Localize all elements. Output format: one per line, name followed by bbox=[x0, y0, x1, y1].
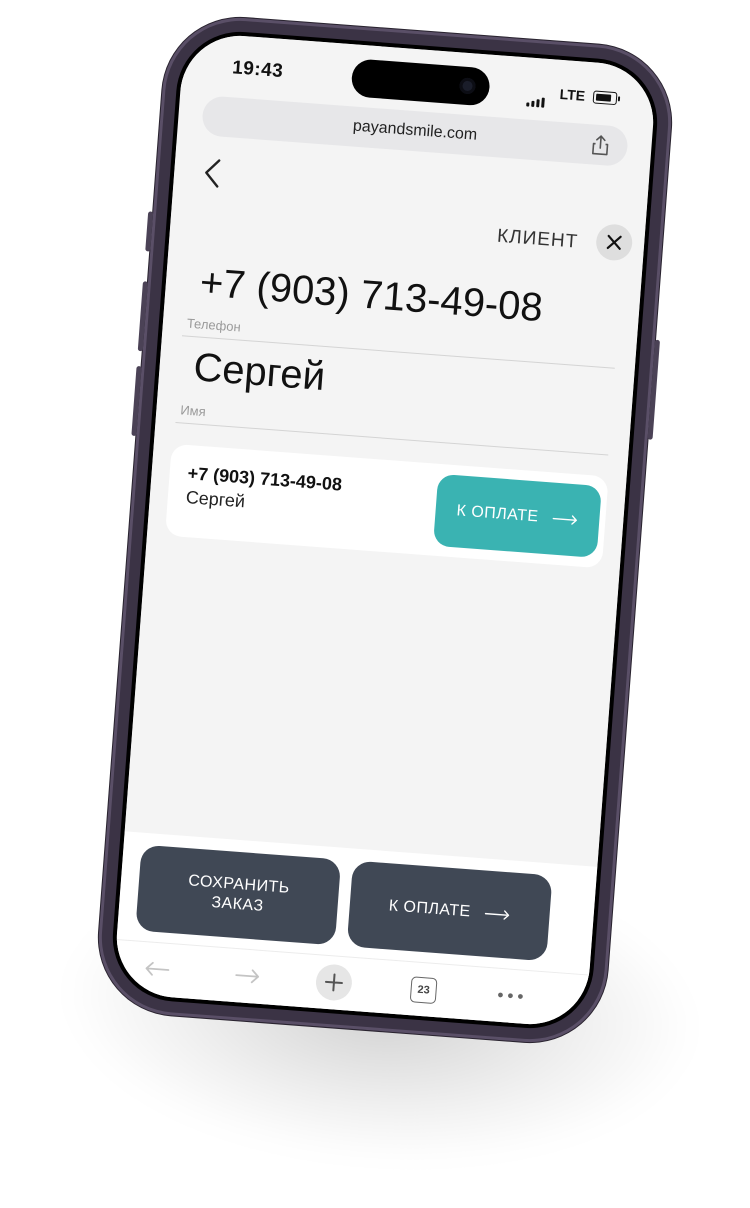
phone-input-value[interactable]: +7 (903) 713-49-08 bbox=[198, 260, 544, 331]
share-icon[interactable] bbox=[589, 133, 613, 157]
name-input-value[interactable]: Сергей bbox=[192, 345, 327, 400]
side-button-mute bbox=[145, 211, 154, 252]
tabs-button[interactable]: 23 bbox=[409, 976, 438, 1005]
browser-forward-button[interactable] bbox=[231, 963, 263, 989]
arrow-right-icon bbox=[235, 969, 260, 984]
phone-field-caption: Телефон bbox=[186, 315, 242, 335]
side-button-volume-down bbox=[131, 365, 142, 437]
save-order-button[interactable]: СОХРАНИТЬ ЗАКАЗ bbox=[135, 844, 342, 946]
page-title: КЛИЕНТ bbox=[496, 225, 579, 253]
pay-button[interactable]: К ОПЛАТЕ bbox=[346, 860, 553, 962]
client-card[interactable]: +7 (903) 713-49-08 Сергей К ОПЛАТЕ bbox=[164, 443, 609, 569]
display: 19:43 LTE payandsmile.com КЛИЕНТ +7 (903… bbox=[112, 31, 658, 1029]
close-button[interactable] bbox=[594, 223, 634, 262]
arrow-right-icon bbox=[484, 910, 510, 920]
more-dots-icon bbox=[498, 992, 523, 999]
card-pay-button[interactable]: К ОПЛАТЕ bbox=[432, 473, 602, 558]
name-field-caption: Имя bbox=[179, 402, 207, 420]
main-content: КЛИЕНТ +7 (903) 713-49-08 Телефон Сергей… bbox=[124, 143, 650, 867]
side-button-volume-up bbox=[137, 281, 148, 352]
side-button-power bbox=[647, 339, 661, 440]
plus-icon bbox=[324, 973, 343, 992]
browser-back-button[interactable] bbox=[142, 956, 174, 982]
dynamic-island bbox=[350, 58, 491, 107]
bottom-panel: СОХРАНИТЬ ЗАКАЗ К ОПЛАТЕ 23 bbox=[112, 831, 598, 1029]
pay-button-label: К ОПЛАТЕ bbox=[388, 897, 472, 921]
arrow-left-icon bbox=[145, 961, 170, 976]
new-tab-button[interactable] bbox=[314, 963, 354, 1002]
signal-icon bbox=[526, 88, 547, 108]
tab-count: 23 bbox=[417, 983, 431, 997]
card-pay-label: К ОПЛАТЕ bbox=[455, 502, 540, 526]
status-time: 19:43 bbox=[231, 57, 284, 83]
network-label: LTE bbox=[559, 85, 586, 104]
camera-icon bbox=[458, 77, 477, 95]
battery-icon bbox=[592, 90, 621, 106]
client-card-name: Сергей bbox=[185, 487, 246, 512]
close-icon bbox=[606, 234, 622, 250]
more-button[interactable] bbox=[495, 983, 527, 1009]
arrow-right-icon bbox=[552, 515, 577, 525]
back-chevron-icon[interactable] bbox=[199, 155, 225, 191]
phone-device: 19:43 LTE payandsmile.com КЛИЕНТ +7 (903… bbox=[93, 12, 677, 1048]
phone-screen: 19:43 LTE payandsmile.com КЛИЕНТ +7 (903… bbox=[108, 27, 662, 1033]
